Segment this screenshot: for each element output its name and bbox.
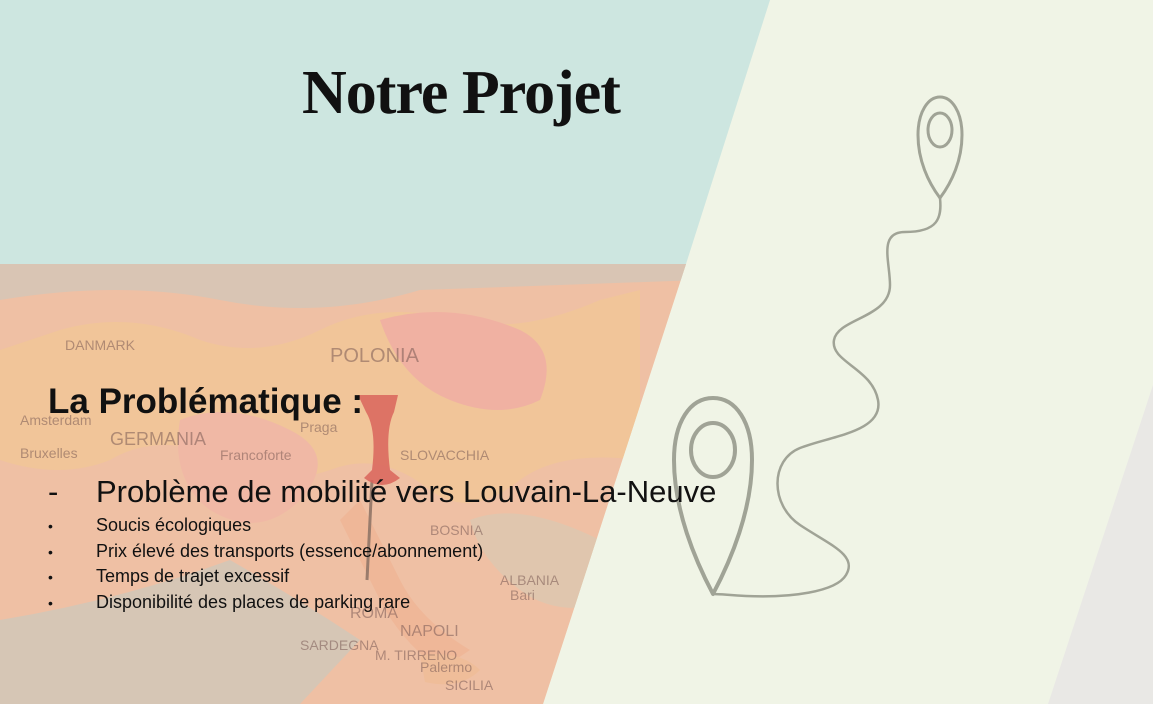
slide-title: Notre Projet (302, 59, 621, 127)
bullet-icon: • (48, 543, 53, 560)
map-label: Francoforte (220, 447, 292, 463)
list-item: • Prix élevé des transports (essence/abon… (48, 539, 483, 565)
main-point-text: Problème de mobilité vers Louvain-La-Neu… (96, 474, 717, 509)
list-item-text: Disponibilité des places de parking rare (96, 591, 411, 612)
map-label: POLONIA (330, 345, 420, 367)
list-item: • Disponibilité des places de parking rar… (48, 590, 483, 616)
bullet-icon: • (48, 518, 53, 534)
map-label: Bruxelles (20, 445, 78, 461)
map-label: SLOVACCHIA (400, 447, 490, 463)
map-label: Palermo (420, 659, 472, 675)
list-item: • Soucis écologiques (48, 513, 483, 539)
map-label: NAPOLI (400, 623, 459, 640)
map-label: Bari (510, 587, 535, 603)
bullet-icon: • (48, 569, 53, 585)
slide: DANMARK POLONIA GERMANIA Praga Amsterdam… (0, 0, 1153, 704)
list-item-text: Temps de trajet excessif (96, 566, 290, 586)
dash-marker: - (48, 474, 59, 509)
map-label: SARDEGNA (300, 637, 379, 653)
list-item: • Temps de trajet excessif (48, 564, 483, 590)
title-band (0, 0, 770, 264)
map-label: SICILIA (445, 677, 494, 693)
map-label: DANMARK (65, 337, 136, 353)
list-item-text: Soucis écologiques (96, 515, 252, 535)
map-label: GERMANIA (110, 429, 206, 449)
bullet-icon: • (48, 594, 53, 611)
bullet-list: • Soucis écologiques • Prix élevé des tran… (48, 513, 483, 615)
section-heading: La Problématique : (48, 382, 364, 421)
list-item-text: Prix élevé des transports (essence/abonn… (96, 540, 484, 561)
main-point: - Problème de mobilité vers Louvain-La-Ne… (48, 474, 716, 510)
map-label: ALBANIA (500, 572, 560, 588)
